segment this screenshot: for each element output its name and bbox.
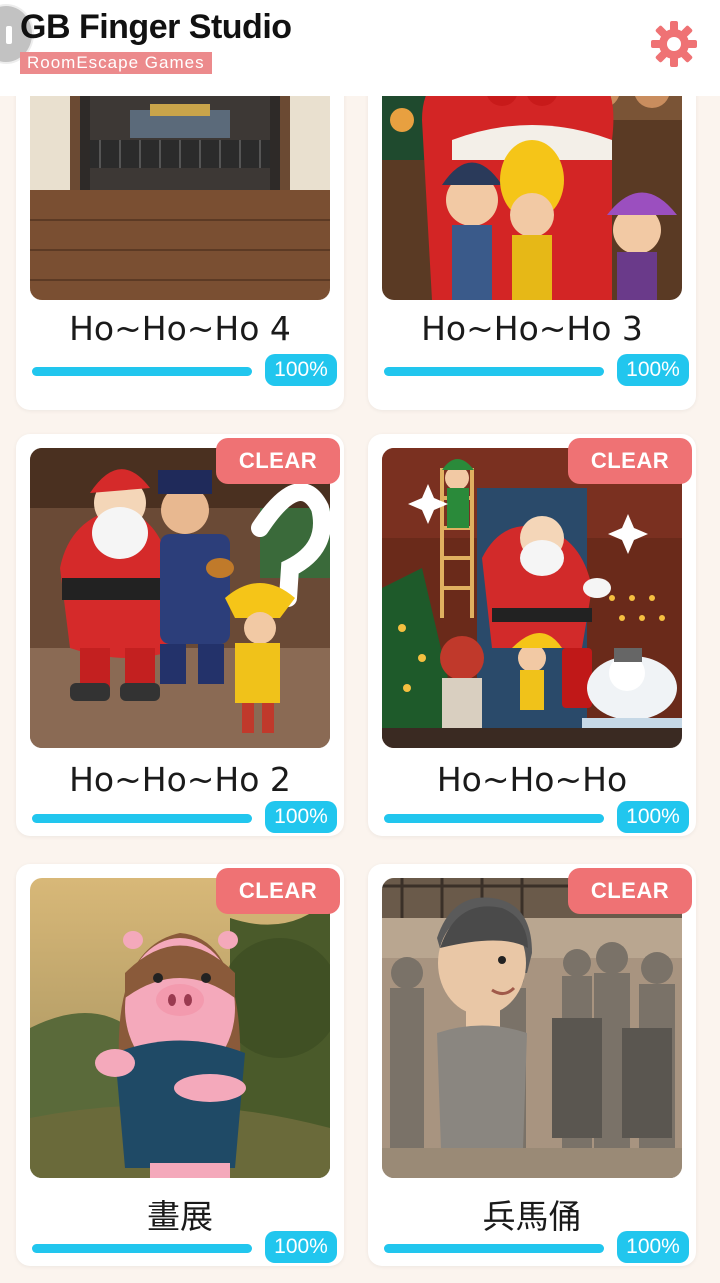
progress-percent: 100% <box>265 354 337 386</box>
app-header: GB Finger Studio RoomEscape Games <box>0 0 720 96</box>
game-grid: Ho~Ho~Ho 4 100% Ho~Ho~Ho 3 100% CLEAR Ho… <box>0 96 720 1283</box>
app-subtitle: RoomEscape Games <box>20 52 212 74</box>
progress-bar <box>384 1244 604 1253</box>
gear-icon[interactable] <box>648 18 700 70</box>
progress-fill <box>384 1244 604 1253</box>
progress-bar <box>384 367 604 376</box>
game-title: Ho~Ho~Ho 2 <box>69 760 291 799</box>
progress-percent: 100% <box>265 801 337 833</box>
progress-percent: 100% <box>265 1231 337 1263</box>
clear-badge: CLEAR <box>568 438 692 484</box>
game-card-art-exhibition[interactable]: CLEAR 畫展 100% <box>16 864 344 1266</box>
clear-badge: CLEAR <box>216 868 340 914</box>
progress-fill <box>32 367 252 376</box>
game-thumbnail <box>382 878 682 1178</box>
clear-badge: CLEAR <box>216 438 340 484</box>
game-thumbnail <box>30 448 330 748</box>
progress-bar <box>32 814 252 823</box>
game-card-terracotta-army[interactable]: CLEAR 兵馬俑 100% <box>368 864 696 1266</box>
game-thumbnail <box>30 878 330 1178</box>
game-thumbnail <box>382 448 682 748</box>
game-thumbnail <box>382 96 682 300</box>
progress-fill <box>32 814 252 823</box>
game-card-hohoho-2[interactable]: CLEAR Ho~Ho~Ho 2 100% <box>16 434 344 836</box>
app-title: GB Finger Studio <box>20 8 292 46</box>
game-title: Ho~Ho~Ho <box>436 760 628 799</box>
game-title: Ho~Ho~Ho 4 <box>69 309 291 348</box>
progress-fill <box>384 814 604 823</box>
progress-bar <box>32 1244 252 1253</box>
game-card-hohoho-4[interactable]: Ho~Ho~Ho 4 100% <box>16 96 344 410</box>
game-card-hohoho[interactable]: CLEAR Ho~Ho~Ho 100% <box>368 434 696 836</box>
progress-fill <box>384 367 604 376</box>
clear-badge: CLEAR <box>568 868 692 914</box>
game-thumbnail <box>30 96 330 300</box>
game-title: Ho~Ho~Ho 3 <box>421 309 643 348</box>
progress-bar <box>32 367 252 376</box>
game-card-hohoho-3[interactable]: Ho~Ho~Ho 3 100% <box>368 96 696 410</box>
progress-bar <box>384 814 604 823</box>
progress-fill <box>32 1244 252 1253</box>
progress-percent: 100% <box>617 1231 689 1263</box>
progress-percent: 100% <box>617 801 689 833</box>
progress-percent: 100% <box>617 354 689 386</box>
